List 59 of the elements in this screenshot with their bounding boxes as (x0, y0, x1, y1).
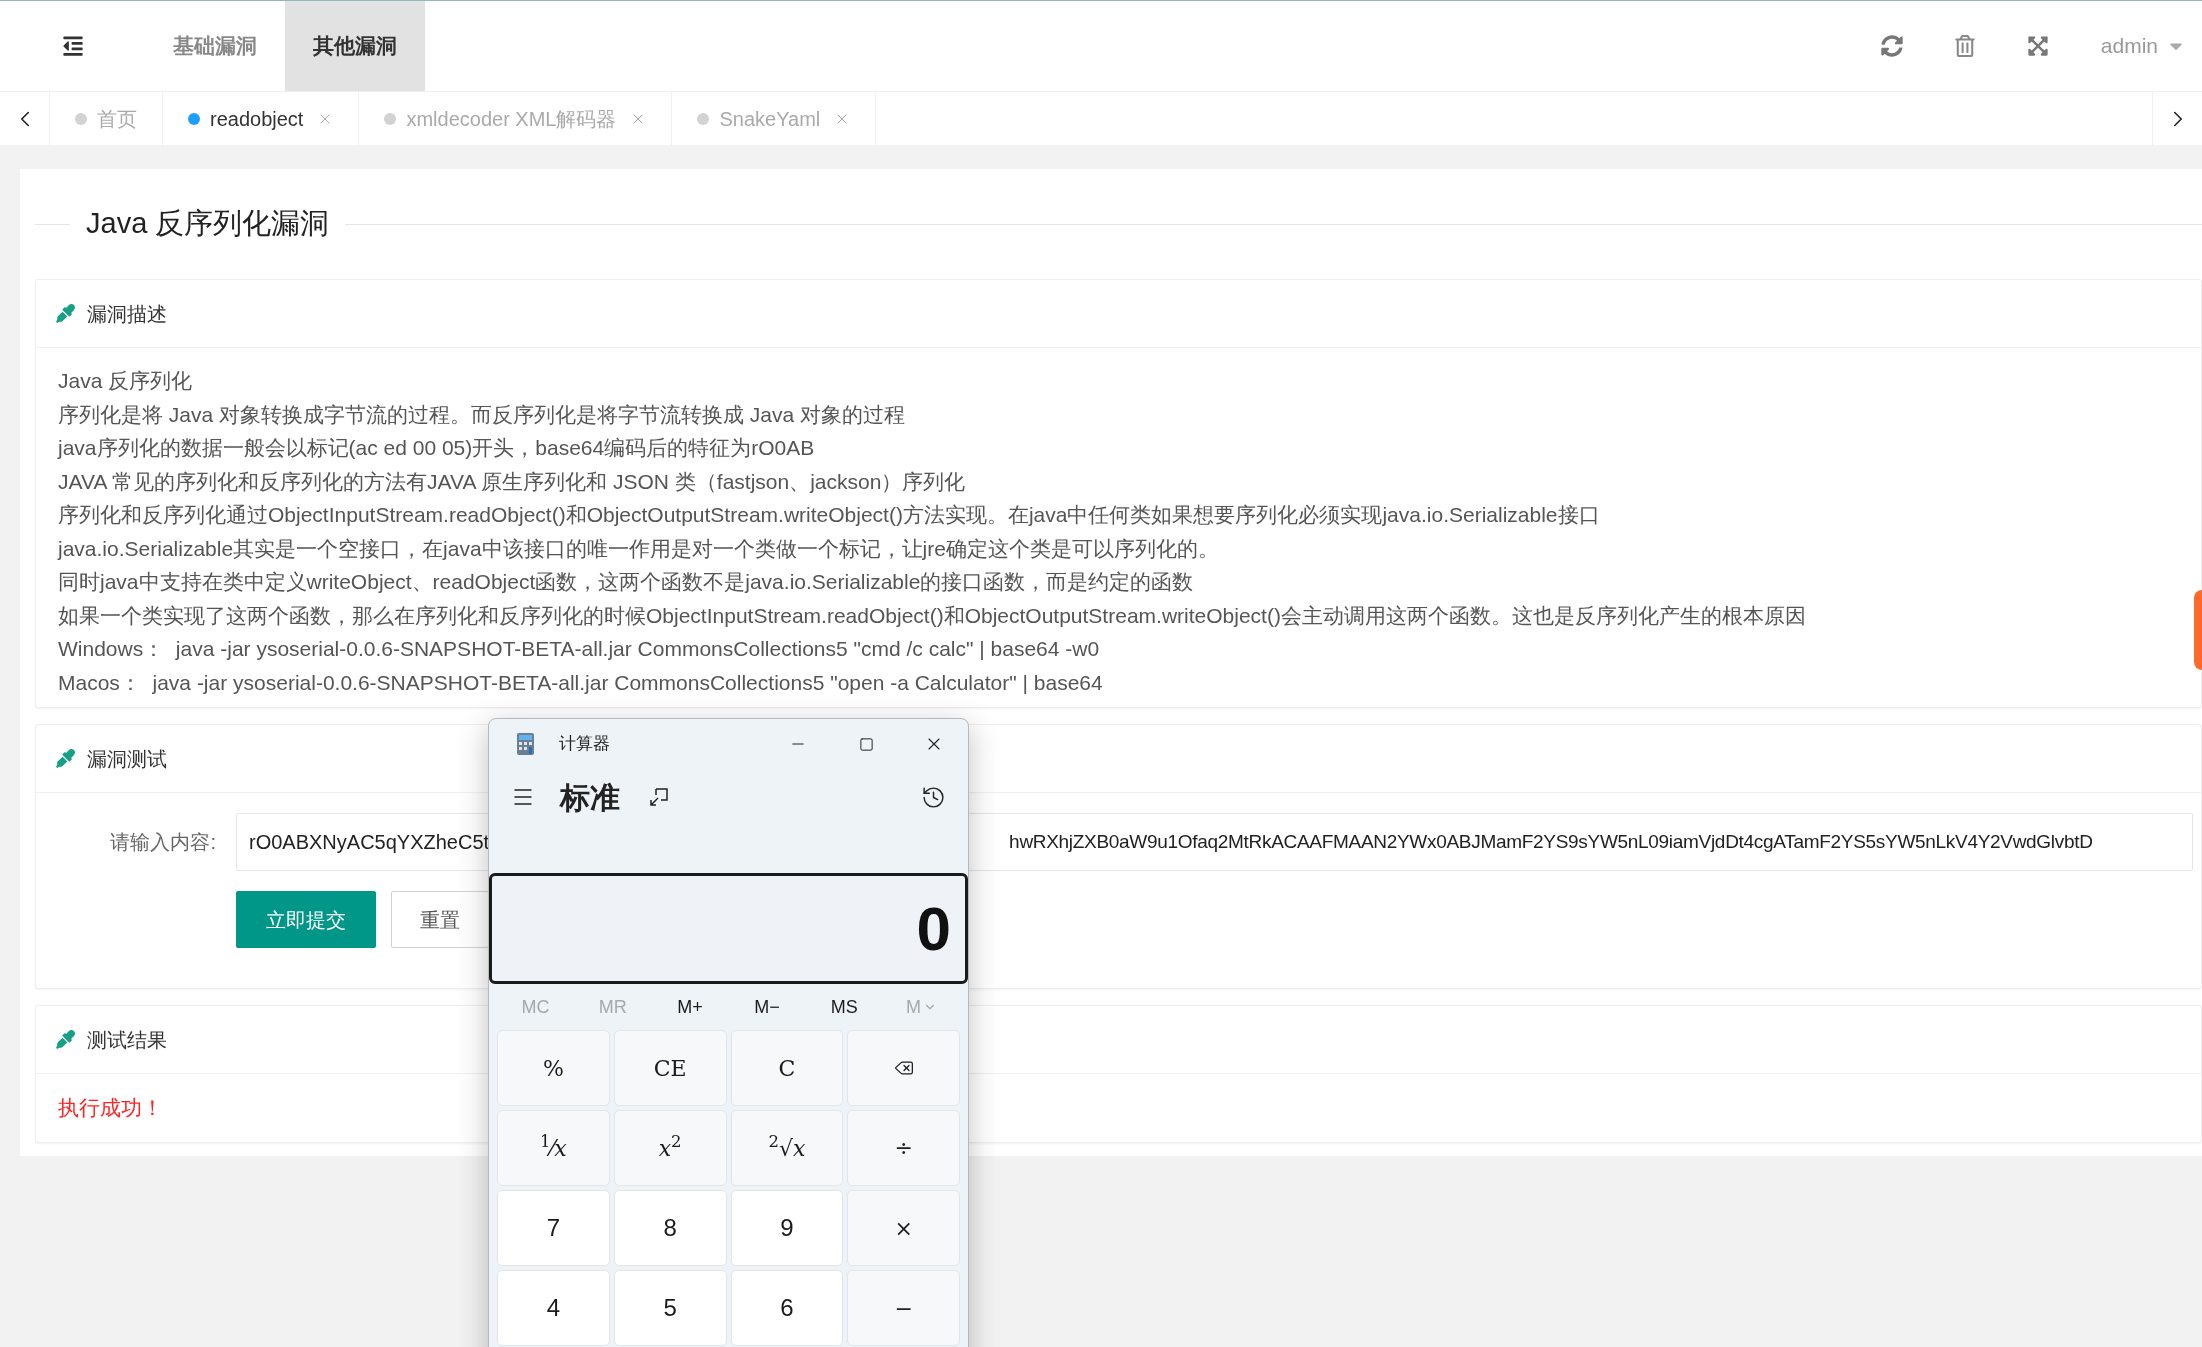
tab-label: 首页 (97, 106, 137, 132)
reset-button[interactable]: 重置 (391, 891, 489, 948)
submit-button[interactable]: 立即提交 (236, 891, 376, 948)
window-title: 计算器 (559, 733, 610, 756)
memory-button[interactable]: M+ (651, 993, 729, 1021)
memory-button[interactable]: M− (728, 993, 806, 1021)
refresh-icon[interactable] (1880, 35, 1903, 57)
eyedropper-icon (56, 749, 75, 768)
description-line: 如果一个类实现了这两个函数，那么在序列化和反序列化的时候ObjectInputStream.readObject()和ObjectOutputStream.writeObject()会主动调用这两个函数。这也是反序列化产生的根本原因 (58, 602, 1807, 629)
panel-title: 漏洞测试 (87, 746, 167, 772)
calculator-key[interactable]: $^{1}$⁄x (497, 1110, 610, 1186)
description-line: JAVA 常见的序列化和反序列化的方法有JAVA 原生序列化和 JSON 类（fastjson、jackson）序列化 (58, 468, 967, 495)
mode-title: 标准 (560, 779, 620, 816)
description-line: 序列化和反序列化通过ObjectInputStream.readObject()和ObjectOutputStream.writeObject()方法实现。在java中任何类如果想要序列化必须实现java.io.Serializable接口 (58, 502, 1601, 528)
calculator-key[interactable]: $^{2}$√x (730, 1110, 844, 1186)
tab-label: SnakeYaml (719, 106, 821, 132)
calculator-key[interactable]: x$^{2}$ (613, 1110, 727, 1186)
panel-title: 测试结果 (87, 1027, 167, 1053)
menu-icon[interactable] (61, 35, 84, 57)
calculator-key[interactable]: % (497, 1030, 610, 1106)
input-value: rO0ABXNyAC5qYXZheC5t (249, 830, 490, 855)
description-line: Macos： java -jar ysoserial-0.0.6-SNAPSHOT-BETA-all.jar CommonsCollections5 "open -a Calculator" | base64 (58, 669, 1104, 696)
history-icon[interactable] (921, 784, 946, 810)
calculator-key[interactable]: − (847, 1270, 960, 1346)
input-value: hwRXhjZXB0aW9u1Ofaq2MtRkACAAFMAAN2YWx0ABJMamF2YS9sYW5nL09iamVjdDt4cgATamF2YS5sYW5nLkV4Y2VwdGlvbtD (1009, 829, 2093, 854)
tab-label: xmldecoder XML解码器 (406, 106, 617, 132)
calculator-key[interactable]: 5 (613, 1270, 727, 1346)
side-handle[interactable] (2194, 590, 2202, 670)
description-line: 同时java中支持在类中定义writeObject、readObject函数，这两个函数不是java.io.Serializable的接口函数，而是约定的函数 (58, 569, 1195, 595)
result-message: 执行成功！ (58, 1096, 163, 1119)
nav-tab[interactable]: 基础漏洞 (145, 1, 285, 91)
calculator-key[interactable]: 4 (497, 1270, 610, 1346)
calculator-key[interactable]: 9 (730, 1190, 844, 1266)
calculator-key[interactable]: 7 (497, 1190, 610, 1266)
maximize-icon[interactable] (858, 736, 874, 752)
page-title: Java 反序列化漏洞 (85, 206, 331, 242)
eyedropper-icon (56, 304, 75, 323)
calculator-key[interactable]: C (730, 1030, 844, 1106)
description-line: 序列化是将 Java 对象转换成字节流的过程。而反序列化是将字节流转换成 Java 对象的过程 (58, 401, 907, 428)
calculator-key[interactable]: 6 (730, 1270, 844, 1346)
calculator-icon (517, 733, 534, 755)
calculator-key[interactable]: 8 (613, 1190, 727, 1266)
eyedropper-icon (56, 1030, 75, 1049)
display-value: 0 (916, 893, 951, 965)
field-label: 请输入内容: (109, 830, 216, 855)
keep-on-top-icon[interactable] (648, 786, 670, 808)
memory-button[interactable]: MS (805, 993, 883, 1021)
calculator-key[interactable]: CE (613, 1030, 727, 1106)
nav-tab[interactable]: 其他漏洞 (285, 1, 425, 91)
tab-label: readobject (210, 106, 304, 132)
panel-title: 漏洞描述 (87, 301, 167, 327)
description-line: java.io.Serializable其实是一个空接口，在java中该接口的唯一作用是对一个类做一个标记，让jre确定这个类是可以序列化的。 (58, 535, 1220, 562)
description-line: Java 反序列化 (58, 368, 194, 394)
fullscreen-icon[interactable] (2026, 35, 2049, 57)
description-line: Windows： java -jar ysoserial-0.0.6-SNAPSHOT-BETA-all.jar CommonsCollections5 "cmd /c calc" | base64 -w0 (58, 636, 1101, 662)
calculator-key[interactable]: ÷ (847, 1110, 960, 1186)
calculator-key[interactable]: × (847, 1190, 960, 1266)
description-line: java序列化的数据一般会以标记(ac ed 00 05)开头，base64编码后的特征为rO0AB (58, 435, 816, 461)
trash-icon[interactable] (1954, 35, 1975, 57)
